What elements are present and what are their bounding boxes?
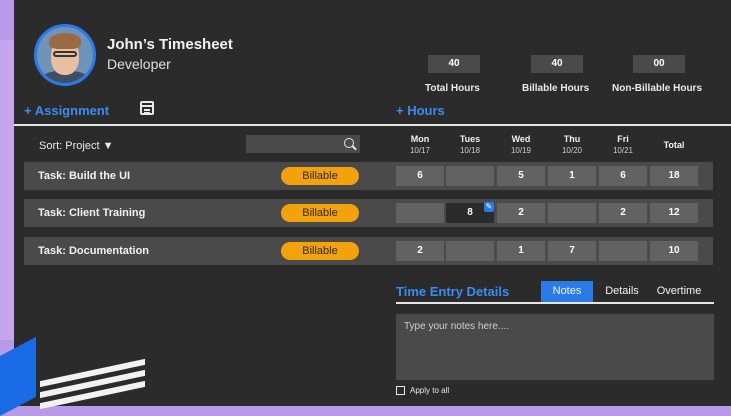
- row-total: 10: [650, 241, 698, 261]
- day-header-tue: Tues 10/18: [459, 134, 481, 155]
- apply-to-all-label: Apply to all: [410, 386, 450, 395]
- search-input[interactable]: [246, 135, 360, 153]
- hour-cell-thu[interactable]: 1: [548, 166, 596, 186]
- tab-details[interactable]: Details: [600, 281, 644, 302]
- hour-cell-mon[interactable]: 2: [396, 241, 444, 261]
- hour-cell-thu[interactable]: 7: [548, 241, 596, 261]
- task-row: Task: Build the UI Billable 6 5 1 6 18: [24, 162, 713, 190]
- hour-cell-thu[interactable]: [548, 203, 596, 223]
- tab-overtime[interactable]: Overtime: [649, 281, 709, 302]
- day-header-thu: Thu 10/20: [561, 134, 583, 155]
- sort-dropdown[interactable]: Sort: Project ▼: [39, 140, 113, 152]
- search-icon[interactable]: [344, 138, 354, 148]
- hour-cell-wed[interactable]: 1: [497, 241, 545, 261]
- user-role: Developer: [107, 56, 171, 72]
- non-billable-hours-label: Non-Billable Hours: [612, 83, 703, 94]
- hour-cell-fri[interactable]: [599, 241, 647, 261]
- calendar-icon[interactable]: [140, 101, 154, 115]
- decorative-stripes: [40, 358, 150, 410]
- header-divider: [14, 124, 731, 126]
- add-assignment-button[interactable]: + Assignment: [24, 103, 109, 118]
- hour-cell-fri[interactable]: 6: [599, 166, 647, 186]
- day-header-mon: Mon 10/17: [409, 134, 431, 155]
- total-hours-label: Total Hours: [425, 83, 480, 94]
- billable-hours-value: 40: [531, 55, 583, 73]
- billable-hours-label: Billable Hours: [522, 83, 590, 94]
- billable-badge[interactable]: Billable: [281, 167, 359, 185]
- hour-cell-mon[interactable]: 6: [396, 166, 444, 186]
- hour-cell-fri[interactable]: 2: [599, 203, 647, 223]
- non-billable-hours-value: 00: [633, 55, 685, 73]
- time-entry-details-title: Time Entry Details: [396, 284, 510, 299]
- task-row: Task: Client Training Billable 8 2 2 12 …: [24, 199, 713, 227]
- task-row: Task: Documentation Billable 2 1 7 10: [24, 237, 713, 265]
- tabs-divider: [396, 302, 714, 304]
- hour-cell-tue[interactable]: [446, 166, 494, 186]
- row-total: 18: [650, 166, 698, 186]
- row-total: 12: [650, 203, 698, 223]
- page-title: John’s Timesheet: [107, 36, 233, 53]
- billable-badge[interactable]: Billable: [281, 204, 359, 222]
- day-header-wed: Wed 10/19: [510, 134, 532, 155]
- notes-input[interactable]: [396, 314, 714, 380]
- tab-notes[interactable]: Notes: [541, 281, 593, 302]
- task-name: Task: Build the UI: [38, 170, 131, 182]
- task-name: Task: Documentation: [38, 245, 150, 257]
- total-hours-value: 40: [428, 55, 480, 73]
- avatar: [34, 24, 96, 86]
- edit-icon[interactable]: ✎: [484, 202, 494, 212]
- hour-cell-wed[interactable]: 5: [497, 166, 545, 186]
- total-column-header: Total: [663, 140, 685, 150]
- day-header-fri: Fri 10/21: [612, 134, 634, 155]
- hour-cell-mon[interactable]: [396, 203, 444, 223]
- add-hours-button[interactable]: + Hours: [396, 103, 445, 118]
- task-name: Task: Client Training: [38, 207, 146, 219]
- hour-cell-tue[interactable]: [446, 241, 494, 261]
- hour-cell-wed[interactable]: 2: [497, 203, 545, 223]
- apply-to-all-checkbox[interactable]: [396, 386, 405, 395]
- billable-badge[interactable]: Billable: [281, 242, 359, 260]
